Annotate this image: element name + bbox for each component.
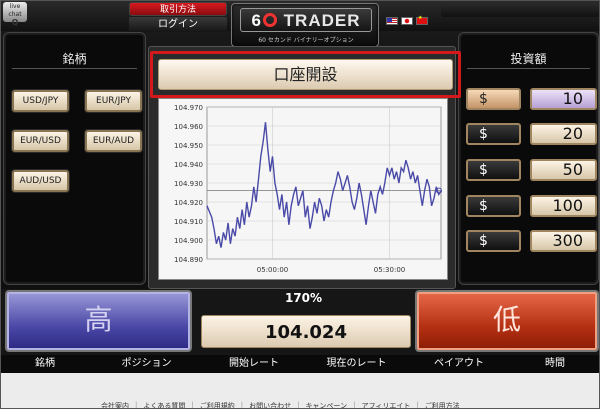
y-tick-label: 104.930: [174, 180, 203, 188]
column-header-symbol: 銘柄: [35, 358, 55, 369]
current-rate: 104.024: [201, 315, 411, 348]
symbol-panel-title: 銘柄: [62, 52, 87, 66]
open-account-button[interactable]: 口座開設: [158, 59, 453, 90]
footer-link[interactable]: アフィリエイト: [361, 401, 410, 408]
column-header-current-rate: 現在のレート: [326, 358, 387, 369]
login-button[interactable]: ログイン: [129, 17, 227, 32]
x-tick-label: 05:00:00: [257, 266, 288, 274]
amount-button-100[interactable]: 100: [530, 195, 597, 217]
y-tick-label: 104.960: [174, 123, 203, 131]
divider: [12, 68, 137, 69]
y-tick-label: 104.890: [174, 256, 203, 264]
pair-button-eurusd[interactable]: EUR/USD: [12, 130, 69, 152]
footer-links: 会社案内 | よくある質問 | ご利用規約 | お問い合わせ | キャンペーン | アフィ…: [101, 401, 460, 409]
footer-link[interactable]: ご利用方法: [425, 401, 460, 408]
live-chat-q-label: Q: [11, 18, 19, 27]
logo-text: 6 TRADER: [240, 8, 372, 32]
price-chart: 104.970 104.960 104.950 104.940 104.930 104.9…: [158, 98, 448, 280]
footer-link[interactable]: よくある質問: [143, 401, 185, 408]
footer-link[interactable]: 会社案内: [101, 401, 129, 408]
column-header-open-rate: 開始レート: [229, 358, 279, 369]
high-button[interactable]: 高: [5, 290, 192, 352]
symbol-panel: 銘柄: [3, 32, 146, 285]
pair-button-usdjpy[interactable]: USD/JPY: [12, 90, 69, 112]
currency-button-20[interactable]: $: [466, 123, 521, 145]
currency-button-100[interactable]: $: [466, 195, 521, 217]
column-header-position: ポジション: [121, 358, 172, 369]
logo: 6 TRADER 60 セカンド バイナリーオプション: [231, 3, 379, 47]
footer-link[interactable]: お問い合わせ: [249, 401, 291, 408]
footer-link[interactable]: キャンペーン: [305, 401, 347, 408]
language-flags: [386, 15, 432, 29]
amount-button-20[interactable]: 20: [530, 123, 597, 145]
y-tick-label: 104.920: [174, 199, 203, 207]
price-chart-svg: 104.970 104.960 104.950 104.940 104.930 104.9…: [174, 104, 442, 274]
footer: 会社案内 | よくある質問 | ご利用規約 | お問い合わせ | キャンペーン | アフィ…: [1, 373, 599, 409]
y-tick-label: 104.900: [174, 237, 203, 245]
pair-button-euraud[interactable]: EUR/AUD: [85, 130, 142, 152]
cn-flag-icon[interactable]: [416, 15, 428, 25]
payout-percent: 170%: [284, 291, 323, 305]
currency-button-10[interactable]: $: [466, 88, 521, 110]
amount-panel-title: 投資額: [510, 52, 547, 66]
currency-button-50[interactable]: $: [466, 159, 521, 181]
open-account-highlight: 口座開設: [150, 51, 461, 98]
jp-flag-icon[interactable]: [401, 17, 413, 25]
footer-link[interactable]: ご利用規約: [200, 401, 235, 408]
positions-header: 銘柄 ポジション 開始レート 現在のレート ペイアウト 時間: [1, 355, 599, 373]
logo-subtitle: 60 セカンド バイナリーオプション: [258, 37, 354, 44]
how-to-trade-button[interactable]: 取引方法: [129, 2, 227, 16]
logo-ring-icon: [262, 13, 277, 27]
low-button[interactable]: 低: [415, 290, 599, 352]
pair-button-eurjpy[interactable]: EUR/JPY: [85, 90, 142, 112]
x-tick-label: 05:30:00: [374, 266, 405, 274]
amount-button-50[interactable]: 50: [530, 159, 597, 181]
pair-button-audusd[interactable]: AUD/USD: [12, 170, 69, 192]
y-tick-label: 104.970: [174, 104, 203, 112]
y-tick-label: 104.910: [174, 218, 203, 226]
column-header-time: 時間: [545, 358, 565, 369]
column-header-payout: ペイアウト: [434, 358, 484, 369]
amount-panel: 投資額 $ 10 $ 20 $ 50 $ 100 $ 300: [458, 32, 599, 285]
y-tick-label: 104.940: [174, 161, 203, 169]
amount-button-10[interactable]: 10: [530, 88, 597, 110]
currency-button-300[interactable]: $: [466, 230, 521, 252]
live-chat-label: live chat: [8, 3, 22, 18]
us-flag-icon[interactable]: [386, 17, 398, 25]
live-chat-button[interactable]: live chat Q: [3, 2, 27, 27]
y-tick-label: 104.950: [174, 142, 203, 150]
app-window: live chat Q 取引方法 ログイン 6 TRADER 60 セカンド バ…: [0, 0, 600, 409]
amount-button-300[interactable]: 300: [530, 230, 597, 252]
top-right-bar: [441, 3, 599, 17]
divider: [467, 68, 590, 69]
